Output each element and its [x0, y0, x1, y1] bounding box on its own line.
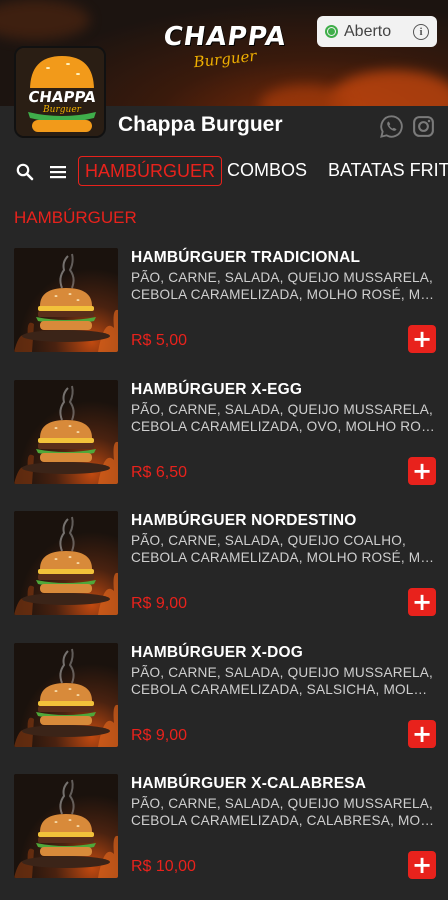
product-price: R$ 9,00: [131, 727, 188, 744]
burger-image: [14, 511, 118, 615]
product-description-line: CEBOLA CARAMELIZADA, CALABRESA, MOLHO...: [131, 813, 436, 828]
product-description: PÃO, CARNE, SALADA, QUEIJO COALHO, CEBOLA…: [131, 532, 436, 566]
product-card[interactable]: HAMBÚRGUER TRADICIONAL PÃO, CARNE, SALADA…: [0, 248, 448, 368]
product-card[interactable]: HAMBÚRGUER X-EGG PÃO, CARNE, SALADA, QUEI…: [0, 380, 448, 500]
product-description-line: PÃO, CARNE, SALADA, QUEIJO MUSSARELA,: [131, 270, 434, 285]
product-description-line: CEBOLA CARAMELIZADA, SALSICHA, MOLHO...: [131, 682, 436, 697]
burger-image: [14, 248, 118, 352]
product-name: HAMBÚRGUER TRADICIONAL: [131, 249, 361, 266]
whatsapp-icon[interactable]: [379, 114, 404, 139]
section-title: HAMBÚRGUER: [14, 208, 137, 227]
menu-icon[interactable]: [48, 162, 68, 182]
product-image[interactable]: [14, 774, 118, 878]
product-image[interactable]: [14, 380, 118, 484]
product-price: R$ 10,00: [131, 858, 196, 875]
product-card[interactable]: HAMBÚRGUER X-DOG PÃO, CARNE, SALADA, QUEI…: [0, 643, 448, 763]
product-name: HAMBÚRGUER X-EGG: [131, 381, 303, 398]
instagram-icon[interactable]: [411, 114, 436, 139]
burger-image: [14, 380, 118, 484]
add-to-cart-button[interactable]: +: [408, 325, 436, 353]
product-description-line: PÃO, CARNE, SALADA, QUEIJO MUSSARELA,: [131, 796, 434, 811]
product-description: PÃO, CARNE, SALADA, QUEIJO MUSSARELA, CEB…: [131, 401, 436, 435]
product-description-line: PÃO, CARNE, SALADA, QUEIJO MUSSARELA,: [131, 402, 434, 417]
tab-combos[interactable]: COMBOS: [221, 156, 313, 186]
tab-hamburguer[interactable]: HAMBÚRGUER: [78, 156, 223, 186]
product-description-line: CEBOLA CARAMELIZADA, MOLHO ROSÉ, MOLH...: [131, 550, 436, 565]
logo-name: CHAPPA: [27, 88, 97, 106]
product-image[interactable]: [14, 643, 118, 747]
product-description: PÃO, CARNE, SALADA, QUEIJO MUSSARELA, CEB…: [131, 269, 436, 303]
brand-banner-logo: CHAPPA Burguer: [160, 22, 290, 71]
product-card[interactable]: HAMBÚRGUER NORDESTINO PÃO, CARNE, SALADA,…: [0, 511, 448, 631]
product-card[interactable]: HAMBÚRGUER X-CALABRESA PÃO, CARNE, SALADA…: [0, 774, 448, 894]
logo-text: CHAPPA Burguer: [16, 88, 104, 115]
product-description: PÃO, CARNE, SALADA, QUEIJO MUSSARELA, CEB…: [131, 664, 436, 698]
burger-image: [14, 643, 118, 747]
product-price: R$ 6,50: [131, 464, 188, 481]
category-nav: HAMBÚRGUER COMBOS BATATAS FRITAS: [0, 153, 448, 191]
open-dot-icon: [325, 25, 338, 38]
product-description-line: CEBOLA CARAMELIZADA, MOLHO ROSÉ, MOLHO..…: [131, 287, 436, 302]
logo-sub: Burguer: [43, 105, 81, 115]
product-price: R$ 9,00: [131, 595, 188, 612]
product-description-line: CEBOLA CARAMELIZADA, OVO, MOLHO ROSÉ,...: [131, 419, 436, 434]
store-name: Chappa Burguer: [118, 113, 283, 136]
product-description-line: PÃO, CARNE, SALADA, QUEIJO MUSSARELA,: [131, 665, 434, 680]
open-status-label: Aberto: [344, 22, 392, 40]
product-image[interactable]: [14, 511, 118, 615]
add-to-cart-button[interactable]: +: [408, 588, 436, 616]
info-icon[interactable]: i: [413, 23, 429, 40]
add-to-cart-button[interactable]: +: [408, 457, 436, 485]
open-status-badge[interactable]: Aberto i: [317, 16, 437, 47]
banner-flame: [0, 0, 90, 40]
search-icon[interactable]: [15, 162, 35, 182]
product-name: HAMBÚRGUER NORDESTINO: [131, 512, 357, 529]
burger-image: [14, 774, 118, 878]
product-description-line: PÃO, CARNE, SALADA, QUEIJO COALHO,: [131, 533, 406, 548]
product-name: HAMBÚRGUER X-CALABRESA: [131, 775, 367, 792]
add-to-cart-button[interactable]: +: [408, 720, 436, 748]
product-price: R$ 5,00: [131, 332, 188, 349]
store-logo: CHAPPA Burguer: [14, 46, 106, 138]
product-name: HAMBÚRGUER X-DOG: [131, 644, 303, 661]
product-image[interactable]: [14, 248, 118, 352]
tab-batatas-fritas[interactable]: BATATAS FRITAS: [322, 156, 448, 186]
product-description: PÃO, CARNE, SALADA, QUEIJO MUSSARELA, CEB…: [131, 795, 436, 829]
add-to-cart-button[interactable]: +: [408, 851, 436, 879]
